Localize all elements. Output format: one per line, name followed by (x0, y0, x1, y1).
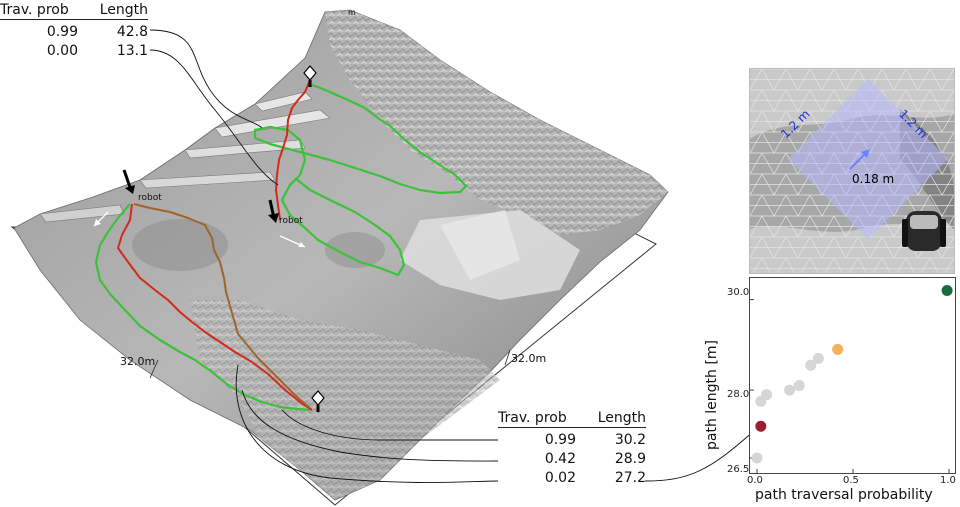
bottom-results-table: Trav. prob Length 0.99 30.2 0.42 28.9 0.… (498, 408, 646, 487)
cell-length: 13.1 (116, 42, 148, 59)
cell-prob: 0.99 (544, 431, 576, 448)
robot-label-right: robot (279, 216, 303, 226)
cell-prob: 0.42 (544, 450, 576, 467)
y-axis-label: path length [m] (704, 340, 720, 450)
dimension-top-label: m (348, 8, 356, 17)
cell-length: 28.9 (614, 450, 646, 467)
table-header: Trav. prob Length (498, 408, 646, 428)
table-row: 0.99 30.2 (498, 430, 646, 449)
col-trav-prob: Trav. prob (498, 409, 567, 426)
cell-length: 27.2 (614, 469, 646, 486)
table-header: Trav. prob Length (0, 0, 148, 20)
footprint-offset-label: 0.18 m (852, 172, 895, 186)
table-row: 0.99 42.8 (0, 22, 148, 41)
table-row: 0.02 27.2 (498, 468, 646, 487)
robot-icon (902, 211, 946, 251)
y-tick-label: 28.0 (727, 389, 750, 400)
y-tick-label: 30.0 (727, 287, 750, 298)
dimension-left-label: 32.0m (120, 355, 156, 368)
cell-prob: 0.99 (46, 23, 78, 40)
x-axis-label: path traversal probability (755, 487, 933, 503)
scatter-plot-area (749, 277, 956, 474)
table-row: 0.00 13.1 (0, 41, 148, 60)
x-tick-label: 1.0 (940, 475, 956, 486)
x-tick-label: 0.5 (843, 475, 859, 486)
robot-label-left: robot (138, 193, 162, 203)
cell-length: 42.8 (116, 23, 148, 40)
x-tick-label: 0.0 (747, 475, 763, 486)
cell-prob: 0.02 (544, 469, 576, 486)
col-length: Length (99, 1, 148, 18)
col-trav-prob: Trav. prob (0, 1, 69, 18)
y-tick-label: 26.5 (727, 464, 750, 475)
col-length: Length (597, 409, 646, 426)
scatter-point (761, 389, 773, 401)
dimension-right-label: 32.0m (511, 352, 547, 365)
footprint-map: 1.2 m 1.2 m 0.18 m (749, 68, 955, 274)
top-results-table: Trav. prob Length 0.99 42.8 0.00 13.1 (0, 0, 148, 60)
scatter-point (793, 380, 805, 392)
scatter-point (755, 420, 767, 432)
cell-length: 30.2 (614, 431, 646, 448)
scatter-svg (750, 285, 953, 473)
scatter-point (784, 384, 796, 396)
cell-prob: 0.00 (46, 42, 78, 59)
scatter-point (812, 352, 824, 364)
footprint-svg (750, 69, 954, 273)
scatter-point (751, 452, 763, 464)
table-row: 0.42 28.9 (498, 449, 646, 468)
scatter-point (832, 343, 844, 355)
scatter-point (941, 285, 953, 297)
